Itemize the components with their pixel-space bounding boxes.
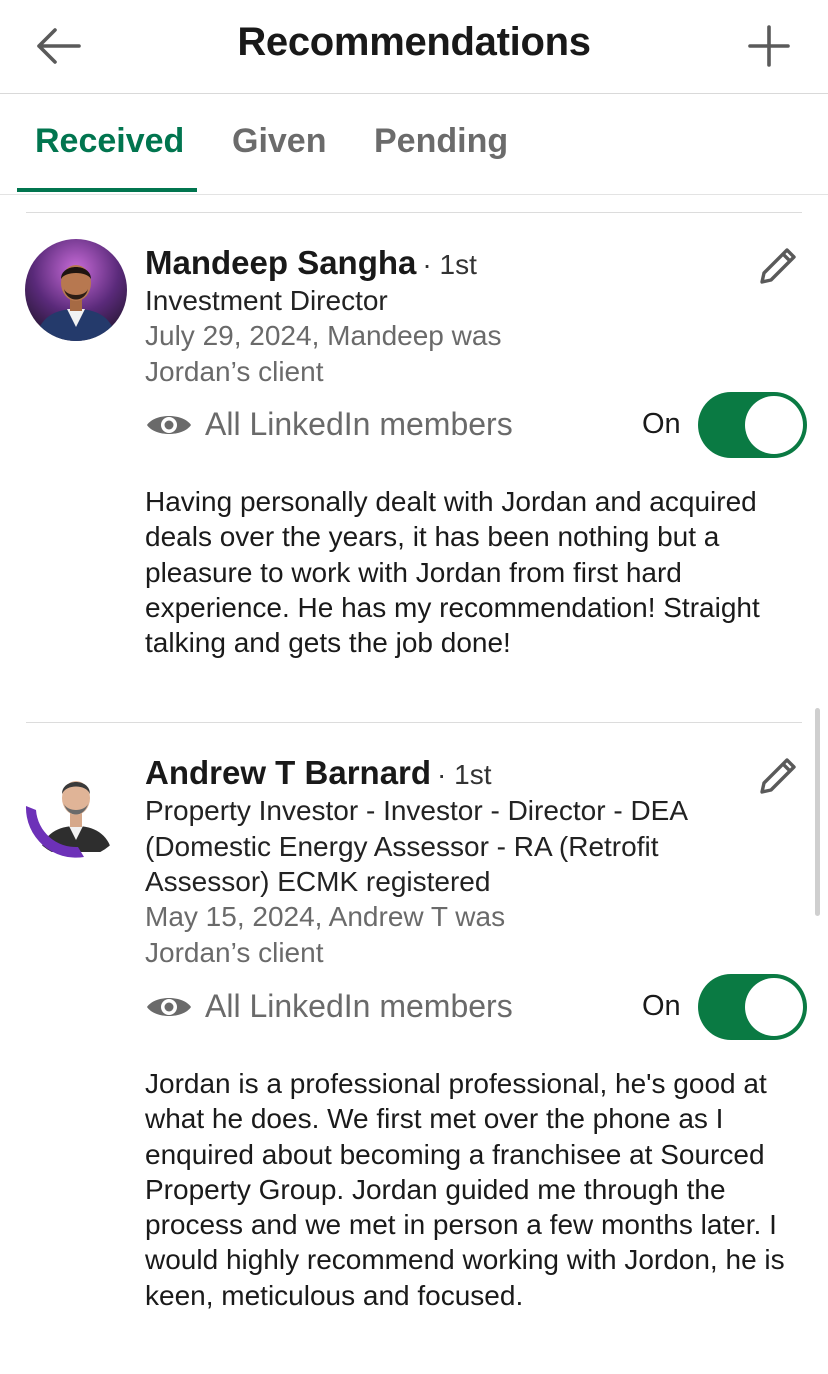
relationship-meta: July 29, 2024, Mandeep was Jordan’s clie… xyxy=(145,320,502,387)
divider xyxy=(26,212,802,213)
visibility-label: All LinkedIn members xyxy=(205,988,513,1024)
visibility-row: All LinkedIn members On xyxy=(145,974,807,1040)
tab-bar: Received Given Pending xyxy=(0,94,828,195)
recommender-name-line: Andrew T Barnard · 1st xyxy=(145,754,492,792)
scrollbar[interactable] xyxy=(815,708,820,916)
recommendation-text: Jordan is a professional professional, h… xyxy=(145,1068,785,1311)
tab-received[interactable]: Received xyxy=(35,122,184,161)
recommendation-text: Having personally dealt with Jordan and … xyxy=(145,486,760,659)
tab-given[interactable]: Given xyxy=(232,122,326,161)
connection-degree: · 1st xyxy=(437,759,492,790)
toggle-knob xyxy=(745,978,803,1036)
top-bar: Recommendations xyxy=(0,0,828,94)
edit-button[interactable] xyxy=(752,240,804,292)
add-recommendation-button[interactable] xyxy=(742,20,796,72)
toggle-status: On xyxy=(642,990,681,1022)
avatar[interactable] xyxy=(24,754,128,858)
tab-pending[interactable]: Pending xyxy=(374,122,508,161)
recommender-name-line: Mandeep Sangha · 1st xyxy=(145,244,477,282)
visibility-toggle[interactable] xyxy=(698,392,807,458)
active-tab-indicator xyxy=(17,188,197,192)
eye-icon xyxy=(147,416,191,434)
relationship-meta: May 15, 2024, Andrew T was Jordan’s clie… xyxy=(145,901,506,968)
avatar[interactable] xyxy=(25,239,127,341)
recommender-name[interactable]: Andrew T Barnard xyxy=(145,754,431,791)
visibility-label: All LinkedIn members xyxy=(205,406,513,442)
toggle-knob xyxy=(745,396,803,454)
page-title: Recommendations xyxy=(237,20,591,64)
toggle-status: On xyxy=(642,408,681,440)
edit-button[interactable] xyxy=(752,750,804,802)
pencil-icon xyxy=(760,248,796,284)
eye-icon xyxy=(147,998,191,1016)
recommender-headline: Property Investor - Investor - Director … xyxy=(145,795,687,897)
plus-icon xyxy=(748,25,790,67)
recommender-headline: Investment Director xyxy=(145,285,388,316)
divider xyxy=(26,722,802,723)
pencil-icon xyxy=(760,758,796,794)
visibility-toggle[interactable] xyxy=(698,974,807,1040)
recommender-name[interactable]: Mandeep Sangha xyxy=(145,244,416,281)
visibility-row: All LinkedIn members On xyxy=(145,392,807,458)
connection-degree: · 1st xyxy=(422,249,477,280)
